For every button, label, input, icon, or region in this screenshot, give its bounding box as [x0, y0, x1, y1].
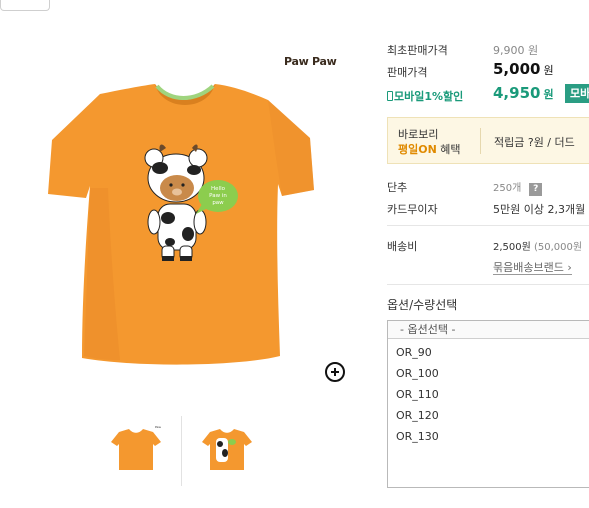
option-item[interactable]: OR_100	[388, 363, 589, 384]
option-item[interactable]: OR_90	[388, 342, 589, 363]
sale-price-label: 판매가격	[387, 66, 428, 79]
main-product-image[interactable]: Hello Paw in paw	[10, 38, 360, 398]
sale-price-value: 5,000	[493, 60, 541, 78]
thumbnail-divider	[181, 416, 182, 486]
mobile-discount-text: 모바일1%할인	[394, 90, 464, 103]
button-count-value: 250개	[493, 183, 522, 194]
card-installment-label: 카드무이자	[387, 203, 438, 216]
thumbnail-back[interactable]	[196, 420, 258, 482]
promo-line-1: 바로보리	[398, 128, 439, 141]
shipping-fee-value: 2,500원	[493, 242, 531, 253]
mobile-price-value: 4,950	[493, 84, 541, 102]
mobile-discount-label: 모바일1%할인	[387, 88, 463, 104]
bundle-shipping-link-text: 묶음배송브랜드 ›	[493, 261, 572, 275]
promo-points: 적립금 ?원 / 더드	[494, 136, 575, 149]
sale-price-unit: 원	[543, 64, 554, 77]
mobile-price-unit: 원	[543, 88, 554, 101]
option-section-title: 옵션/수량선택	[387, 298, 458, 312]
shipping-label: 배송비	[387, 240, 418, 253]
divider-line	[387, 284, 589, 285]
option-placeholder[interactable]: - 옵션선택 -	[388, 321, 589, 339]
mobile-phone-icon	[387, 91, 393, 101]
button-count: 250개?	[493, 179, 543, 196]
original-price-value: 9,900 원	[493, 44, 539, 57]
brand-logo: Paw Paw	[284, 55, 337, 68]
button-count-label: 단추	[387, 181, 408, 194]
divider-line	[387, 225, 589, 226]
bubble-line-2: Paw in	[209, 193, 227, 199]
promo-line-2-rest: 혜택	[436, 143, 461, 156]
help-icon[interactable]: ?	[529, 183, 543, 196]
top-tab[interactable]	[0, 0, 50, 11]
promo-box: 바로보리 평일ON 혜택 적립금 ?원 / 더드	[387, 117, 589, 164]
promo-divider	[480, 128, 481, 154]
card-installment-value: 5만원 이상 2,3개월	[493, 203, 586, 216]
product-info-panel: 최초판매가격 9,900 원 판매가격 5,000 원 모바일1%할인 4,950…	[387, 0, 589, 508]
option-item[interactable]: OR_130	[388, 426, 589, 447]
zoom-icon[interactable]	[325, 362, 345, 382]
shipping-fee: 2,500원 (50,000원	[493, 238, 582, 253]
tshirt-image: Hello Paw in paw	[48, 84, 314, 365]
promo-highlight: 평일ON	[398, 143, 437, 156]
option-item[interactable]: OR_110	[388, 384, 589, 405]
option-select-list[interactable]: - 옵션선택 - OR_90 OR_100 OR_110 OR_120 OR_1…	[387, 320, 589, 488]
bundle-shipping-link[interactable]: 묶음배송브랜드 ›	[493, 259, 572, 275]
shipping-fee-note: (50,000원	[530, 242, 583, 253]
bubble-line-1: Hello	[211, 186, 226, 192]
option-item[interactable]: OR_120	[388, 405, 589, 426]
promo-line-2: 평일ON 혜택	[398, 141, 461, 157]
sale-price: 5,000 원	[493, 60, 554, 78]
svg-text:Paw: Paw	[155, 425, 162, 429]
thumbnail-front[interactable]: Paw	[105, 420, 167, 482]
mobile-price: 4,950 원	[493, 84, 554, 102]
original-price-label: 최초판매가격	[387, 44, 448, 57]
mobile-purchase-button[interactable]: 모바	[565, 84, 589, 103]
bubble-line-3: paw	[212, 200, 224, 206]
